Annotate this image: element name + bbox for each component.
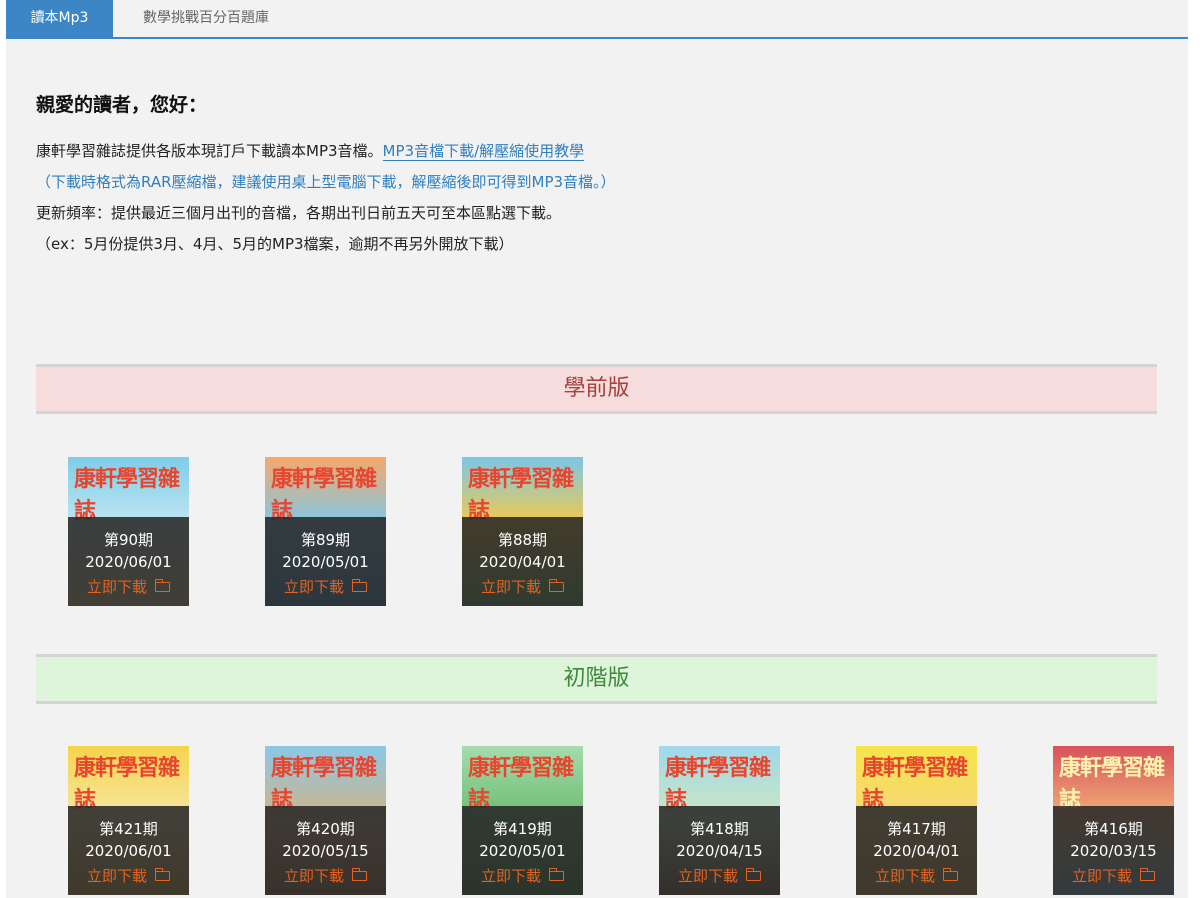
folder-icon [548,579,564,592]
folder-icon [351,579,367,592]
folder-icon [351,868,367,881]
intro-line-2: （下載時格式為RAR壓縮檔，建議使用桌上型電腦下載，解壓縮後即可得到MP3音檔。… [36,173,616,191]
download-label: 立即下載 [283,867,344,885]
cover-masthead: 康軒學習雜誌 [1059,756,1165,813]
issue-date: 2020/03/15 [1070,842,1157,860]
download-link[interactable]: 立即下載 [68,576,189,597]
folder-icon [1139,868,1155,881]
tab-math-challenge[interactable]: 數學挑戰百分百題庫 [113,0,299,38]
download-link[interactable]: 立即下載 [462,865,583,886]
intro-line-4: （ex：5月份提供3月、4月、5月的MP3檔案，逾期不再另外開放下載） [36,235,514,253]
folder-icon [154,868,170,881]
intro-line-1: 康軒學習雜誌提供各版本現訂戶下載讀本MP3音檔。MP3音檔下載/解壓縮使用教學 [36,136,1156,167]
section-preschool-title: 學前版 [563,376,630,401]
issue-card[interactable]: 康軒學習雜誌 第418期 2020/04/15 立即下載 [659,746,780,895]
section-preschool-header: 學前版 [36,364,1157,414]
intro-text: 康軒學習雜誌提供各版本現訂戶下載讀本MP3音檔。MP3音檔下載/解壓縮使用教學 … [36,136,1156,260]
issue-date: 2020/05/15 [282,842,369,860]
issue-card[interactable]: 康軒學習雜誌 第89期 2020/05/01 立即下載 [265,457,386,606]
issue-date: 2020/05/01 [282,553,369,571]
folder-icon [942,868,958,881]
cover-masthead: 康軒學習雜誌 [271,467,377,524]
section-early-title: 初階版 [563,666,630,691]
cover-masthead: 康軒學習雜誌 [665,756,771,813]
cover-masthead: 康軒學習雜誌 [271,756,377,813]
cover-masthead: 康軒學習雜誌 [468,756,574,813]
issue-date: 2020/06/01 [85,553,172,571]
download-label: 立即下載 [283,578,344,596]
issue-number: 第89期 [300,531,351,549]
folder-icon [154,579,170,592]
cover-masthead: 康軒學習雜誌 [74,756,180,813]
issue-card[interactable]: 康軒學習雜誌 第417期 2020/04/01 立即下載 [856,746,977,895]
issue-number: 第88期 [497,531,548,549]
download-label: 立即下載 [480,578,541,596]
download-label: 立即下載 [480,867,541,885]
tutorial-link[interactable]: MP3音檔下載/解壓縮使用教學 [382,142,585,161]
download-link[interactable]: 立即下載 [659,865,780,886]
issue-number: 第418期 [690,820,749,838]
download-link[interactable]: 立即下載 [68,865,189,886]
download-label: 立即下載 [86,867,147,885]
folder-icon [745,868,761,881]
cover-masthead: 康軒學習雜誌 [862,756,968,813]
issue-number: 第421期 [99,820,158,838]
download-link[interactable]: 立即下載 [462,576,583,597]
greeting-heading: 親愛的讀者，您好： [36,94,208,116]
section-early-header: 初階版 [36,654,1157,704]
download-link[interactable]: 立即下載 [856,865,977,886]
download-label: 立即下載 [874,867,935,885]
download-label: 立即下載 [86,578,147,596]
issue-number: 第416期 [1084,820,1143,838]
issue-number: 第419期 [493,820,552,838]
cover-masthead: 康軒學習雜誌 [74,467,180,524]
download-link[interactable]: 立即下載 [265,576,386,597]
download-label: 立即下載 [1071,867,1132,885]
issue-date: 2020/04/01 [873,842,960,860]
cover-masthead: 康軒學習雜誌 [468,467,574,524]
intro-line-1-text: 康軒學習雜誌提供各版本現訂戶下載讀本MP3音檔。 [36,142,383,160]
issue-number: 第420期 [296,820,355,838]
issue-date: 2020/06/01 [85,842,172,860]
intro-line-3: 更新頻率：提供最近三個月出刊的音檔，各期出刊日前五天可至本區點選下載。 [36,204,562,222]
issue-number: 第417期 [887,820,946,838]
download-label: 立即下載 [677,867,738,885]
page-frame: 讀本Mp3 數學挑戰百分百題庫 親愛的讀者，您好： 康軒學習雜誌提供各版本現訂戶… [6,0,1188,898]
issue-card[interactable]: 康軒學習雜誌 第416期 2020/03/15 立即下載 [1053,746,1174,895]
download-link[interactable]: 立即下載 [1053,865,1174,886]
tab-reader-mp3[interactable]: 讀本Mp3 [6,0,113,38]
issue-card[interactable]: 康軒學習雜誌 第90期 2020/06/01 立即下載 [68,457,189,606]
issue-card[interactable]: 康軒學習雜誌 第421期 2020/06/01 立即下載 [68,746,189,895]
issue-date: 2020/04/15 [676,842,763,860]
issue-card[interactable]: 康軒學習雜誌 第420期 2020/05/15 立即下載 [265,746,386,895]
issue-date: 2020/05/01 [479,842,566,860]
issue-card[interactable]: 康軒學習雜誌 第419期 2020/05/01 立即下載 [462,746,583,895]
folder-icon [548,868,564,881]
tab-bar: 讀本Mp3 數學挑戰百分百題庫 [6,0,1188,39]
issue-number: 第90期 [103,531,154,549]
download-link[interactable]: 立即下載 [265,865,386,886]
issue-date: 2020/04/01 [479,553,566,571]
issue-card[interactable]: 康軒學習雜誌 第88期 2020/04/01 立即下載 [462,457,583,606]
